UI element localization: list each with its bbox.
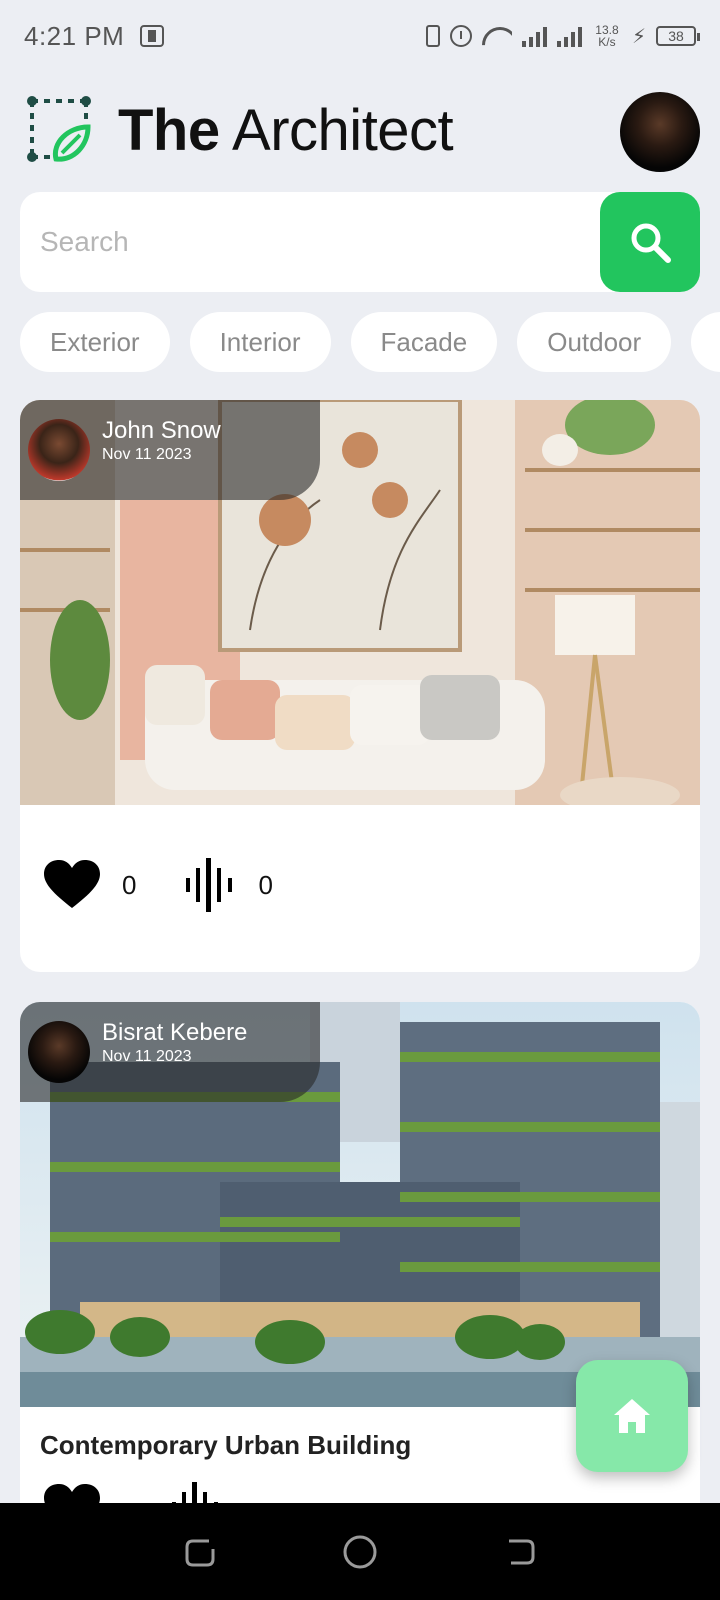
app-header: The Architect <box>22 90 702 172</box>
wifi-icon <box>482 25 512 47</box>
app-title-light: Architect <box>232 97 454 163</box>
home-circle-icon <box>343 1535 377 1568</box>
chip-outdoor[interactable]: Outdoor <box>517 312 672 372</box>
network-speed-unit: K/s <box>598 35 616 49</box>
chip-interior[interactable]: Interior <box>189 312 331 372</box>
status-icons: 13.8 K/s ⚡ 38 <box>425 24 700 49</box>
author-avatar[interactable] <box>28 1021 90 1083</box>
author-info: John Snow Nov 11 2023 <box>102 417 221 465</box>
recent-apps-icon <box>185 1539 215 1566</box>
post-date: Nov 11 2023 <box>102 1048 192 1065</box>
home-icon <box>614 1399 650 1433</box>
logo-icon <box>22 93 96 167</box>
listen-count: 0 <box>258 869 273 900</box>
post-title: Contemporary Urban Building <box>40 1430 412 1460</box>
home-nav-button[interactable] <box>340 1532 380 1572</box>
post-date: Nov 11 2023 <box>102 446 192 463</box>
post-author-overlay: Bisrat Kebere Nov 11 2023 <box>20 1002 320 1102</box>
profile-avatar[interactable] <box>620 92 700 172</box>
recent-apps-button[interactable] <box>180 1532 220 1572</box>
author-name[interactable]: John Snow <box>102 417 221 445</box>
chip-facade[interactable]: Facade <box>350 312 498 372</box>
signal-2-icon <box>556 25 582 47</box>
back-button[interactable] <box>500 1532 540 1572</box>
post-author-overlay: John Snow Nov 11 2023 <box>20 400 320 500</box>
search-input[interactable] <box>20 226 580 258</box>
like-count: 0 <box>122 869 137 900</box>
vibrate-icon <box>425 25 440 47</box>
home-fab-button[interactable] <box>576 1360 688 1472</box>
heart-icon[interactable] <box>44 860 100 910</box>
search-bar <box>20 192 700 292</box>
author-name[interactable]: Bisrat Kebere <box>102 1019 247 1047</box>
audio-wave-icon[interactable] <box>184 858 236 912</box>
app-title: The Architect <box>118 97 454 164</box>
back-icon <box>509 1539 535 1564</box>
author-avatar[interactable] <box>28 419 90 481</box>
search-button[interactable] <box>600 192 700 292</box>
post-card[interactable]: John Snow Nov 11 2023 0 0 <box>20 400 700 972</box>
post-image[interactable]: John Snow Nov 11 2023 <box>20 400 700 805</box>
system-nav-bar <box>0 1503 720 1600</box>
battery-icon: 38 <box>656 26 700 46</box>
status-time: 4:21 PM <box>24 20 125 51</box>
search-icon <box>631 223 671 263</box>
author-info: Bisrat Kebere Nov 11 2023 <box>102 1019 247 1067</box>
network-speed: 13.8 K/s <box>592 24 622 48</box>
post-actions: 0 0 <box>44 858 273 912</box>
battery-level: 38 <box>668 28 684 44</box>
alarm-icon <box>449 25 472 47</box>
app-title-bold: The <box>118 97 220 163</box>
chip-exterior[interactable]: Exterior <box>20 312 170 372</box>
notification-app-icon <box>140 25 165 47</box>
charging-icon: ⚡ <box>631 25 646 48</box>
status-bar: 4:21 PM 13.8 K/s ⚡ 38 <box>0 0 720 72</box>
chip-more[interactable] <box>691 312 720 372</box>
category-filters: Exterior Interior Facade Outdoor <box>20 312 720 372</box>
post-image[interactable]: Bisrat Kebere Nov 11 2023 <box>20 1002 700 1407</box>
signal-icon <box>521 25 547 47</box>
